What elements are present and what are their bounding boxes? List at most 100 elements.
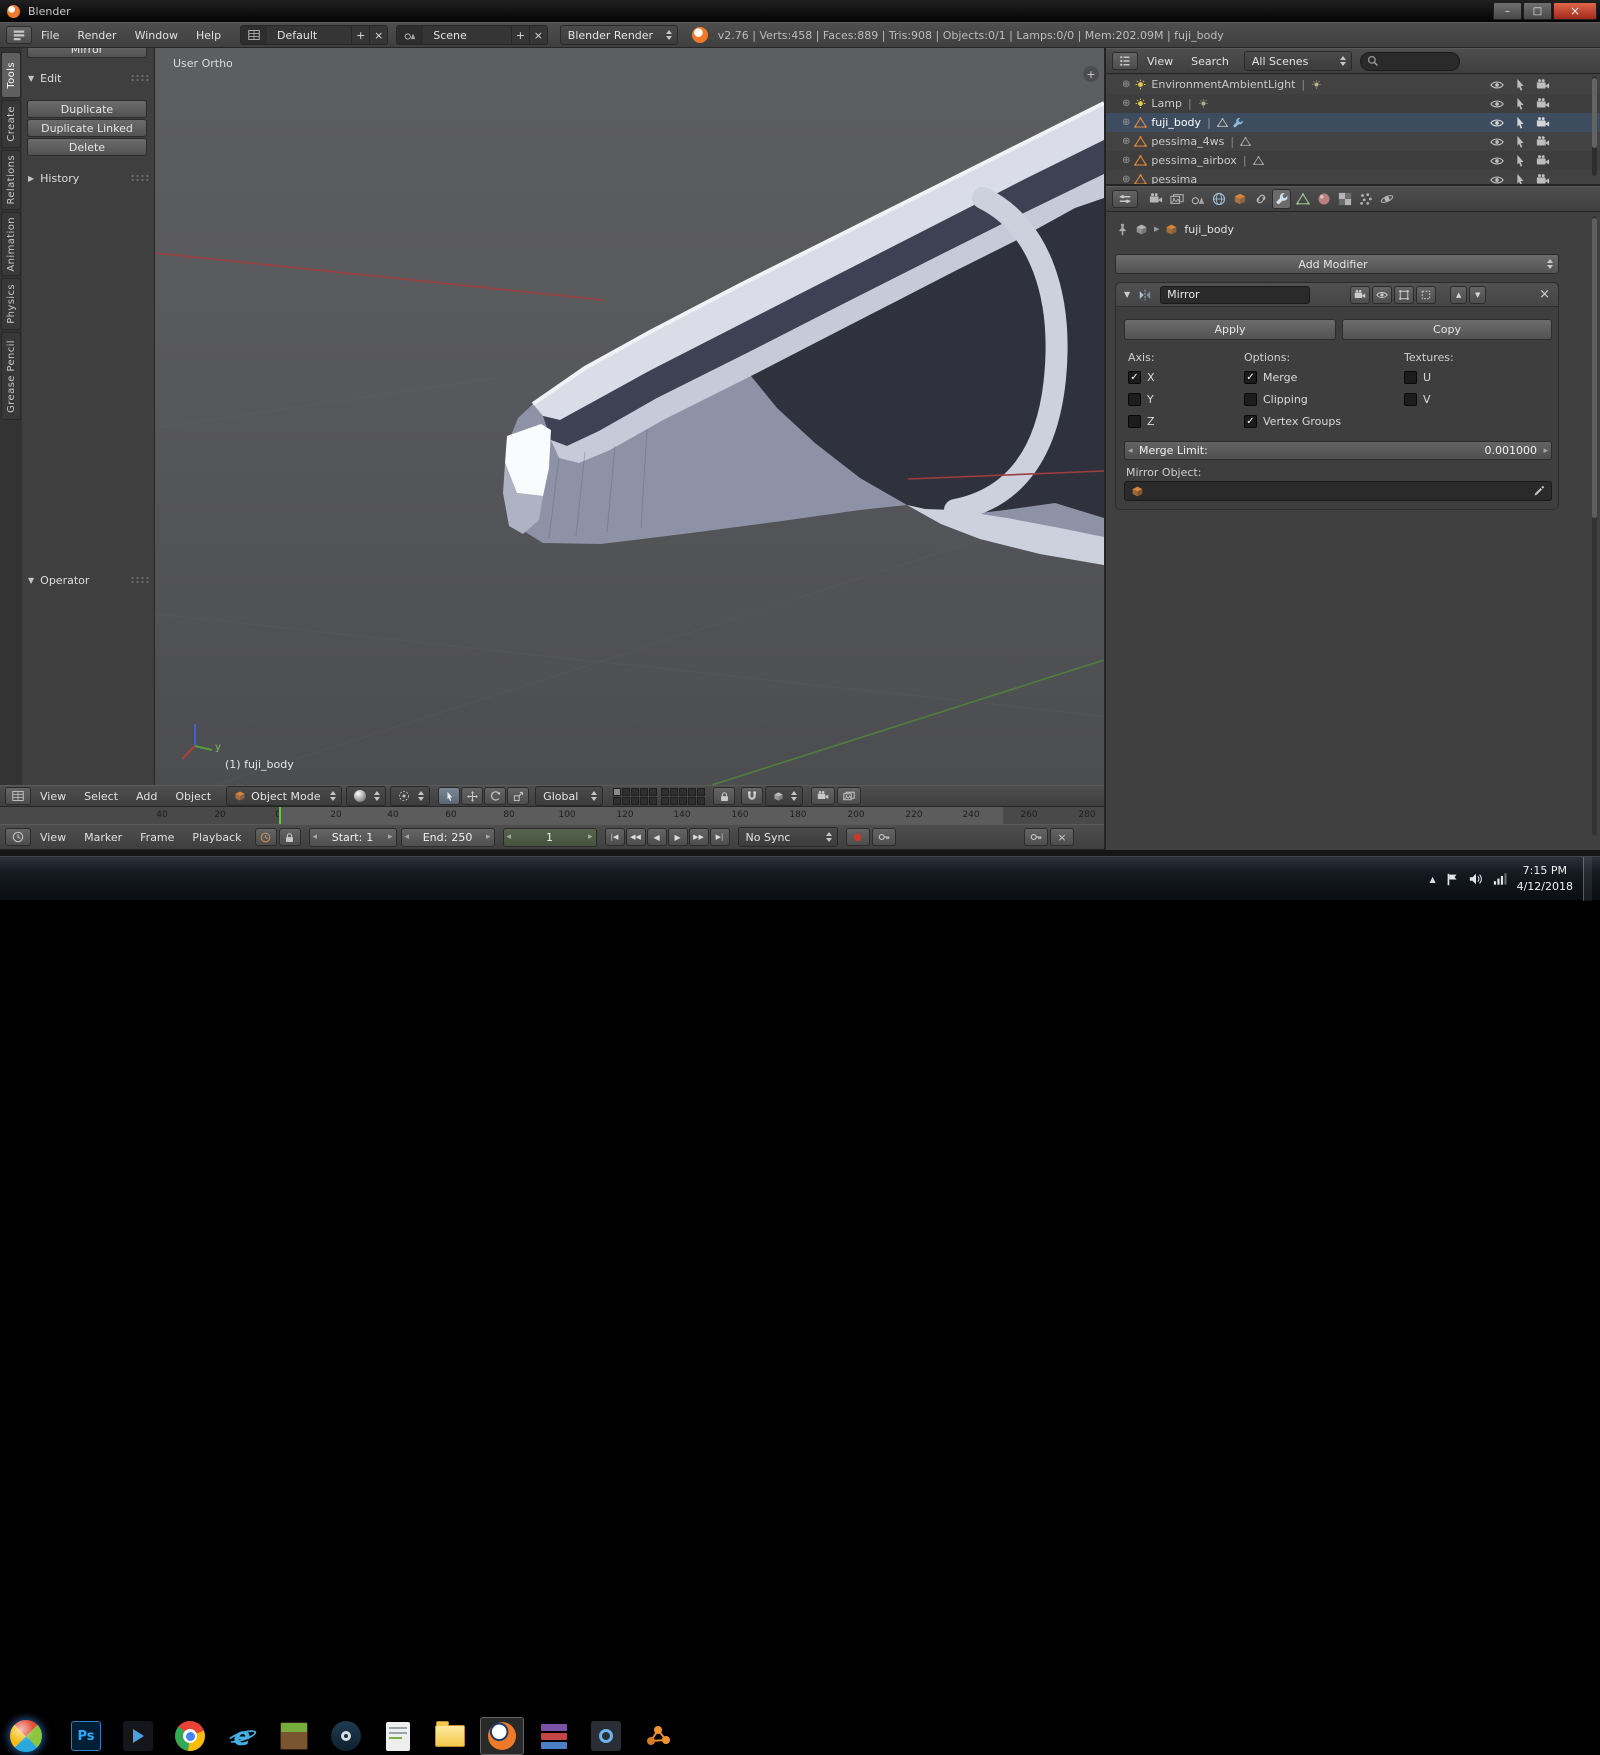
tab-grease-pencil[interactable]: Grease Pencil xyxy=(1,332,21,420)
layer-cell[interactable] xyxy=(622,797,630,805)
layer-cell[interactable] xyxy=(697,797,705,805)
outliner-row-environmentambientlight[interactable]: ⊕ EnvironmentAmbientLight | xyxy=(1106,75,1600,94)
decrement-arrow-icon[interactable]: ◂ xyxy=(507,832,512,842)
pivot-point-dropdown[interactable] xyxy=(390,786,430,806)
layer-cell[interactable] xyxy=(661,788,669,796)
outliner-row-pessima-airbox[interactable]: ⊕ pessima_airbox | xyxy=(1106,151,1600,170)
viewport-expand-button[interactable]: + xyxy=(1083,66,1099,82)
cage-toggle-button[interactable] xyxy=(1416,286,1436,304)
editor-type-button[interactable] xyxy=(5,787,31,805)
mesh-data-icon[interactable] xyxy=(1253,155,1264,166)
timeline-ruler[interactable]: 40 20 0 20 40 60 80 100 120 140 160 180 … xyxy=(0,807,1104,824)
tab-material-icon[interactable] xyxy=(1314,189,1333,209)
show-desktop-button[interactable] xyxy=(1583,857,1592,901)
outliner-menu-search[interactable]: Search xyxy=(1182,49,1238,73)
layer-cell[interactable] xyxy=(622,788,630,796)
modifier-name-input[interactable]: Mirror xyxy=(1160,286,1310,304)
layer-group-2[interactable] xyxy=(661,788,705,805)
layer-group-1[interactable] xyxy=(613,788,657,805)
network-icon[interactable] xyxy=(1493,872,1507,886)
lock-range-button[interactable] xyxy=(279,828,301,846)
volume-icon[interactable] xyxy=(1469,872,1483,886)
prev-keyframe-button[interactable]: ◀◀ xyxy=(626,828,646,846)
jump-to-end-button[interactable]: ▶| xyxy=(710,828,730,846)
breadcrumb-object-name[interactable]: fuji_body xyxy=(1184,223,1234,236)
auto-keyframe-button[interactable]: ● xyxy=(846,828,870,846)
object-name[interactable]: fuji_body xyxy=(1151,116,1201,129)
layer-cell[interactable] xyxy=(661,797,669,805)
close-button[interactable]: × xyxy=(1553,2,1597,20)
selectable-icon[interactable] xyxy=(1513,78,1527,92)
layer-cell[interactable] xyxy=(649,797,657,805)
menu-help[interactable]: Help xyxy=(187,23,230,47)
tab-scene-icon[interactable] xyxy=(1188,189,1207,209)
expand-icon[interactable]: ⊕ xyxy=(1122,79,1130,90)
menu-marker[interactable]: Marker xyxy=(75,825,131,849)
hide-icon[interactable] xyxy=(1490,173,1504,185)
viewport-3d[interactable]: User Ortho + y (1) fuji_body xyxy=(155,48,1104,785)
renderable-icon[interactable] xyxy=(1536,116,1550,130)
taskbar-winrar-button[interactable] xyxy=(532,1717,576,1755)
object-context-icon[interactable] xyxy=(1135,223,1148,236)
taskbar-ie-button[interactable]: e xyxy=(220,1717,264,1755)
duplicate-linked-button[interactable]: Duplicate Linked xyxy=(27,119,147,137)
layer-cell[interactable] xyxy=(688,788,696,796)
tab-physics[interactable]: Physics xyxy=(1,278,21,330)
menu-view[interactable]: View xyxy=(31,786,75,806)
layer-cell[interactable] xyxy=(631,797,639,805)
menu-window[interactable]: Window xyxy=(126,23,187,47)
lock-to-scene-button[interactable] xyxy=(713,787,735,805)
tab-constraints-icon[interactable] xyxy=(1251,189,1270,209)
collapse-triangle-icon[interactable]: ▼ xyxy=(1124,290,1130,299)
checkbox[interactable] xyxy=(1404,371,1417,384)
delete-scene-button[interactable]: × xyxy=(529,26,547,44)
keying-set-button[interactable] xyxy=(872,828,896,846)
start-frame-field[interactable]: ◂ Start: 1 ▸ xyxy=(309,828,397,847)
editor-type-button[interactable] xyxy=(6,26,32,44)
layer-cell[interactable] xyxy=(640,797,648,805)
renderable-icon[interactable] xyxy=(1536,97,1550,111)
menu-object[interactable]: Object xyxy=(166,786,220,806)
lamp-data-icon[interactable] xyxy=(1198,98,1209,109)
checkbox[interactable] xyxy=(1404,393,1417,406)
taskbar-molecule-button[interactable] xyxy=(636,1717,680,1755)
renderable-icon[interactable] xyxy=(1536,78,1550,92)
selectable-icon[interactable] xyxy=(1513,173,1527,185)
scale-manipulator-button[interactable] xyxy=(507,787,529,805)
taskbar-chrome-button[interactable] xyxy=(168,1717,212,1755)
eyedropper-icon[interactable] xyxy=(1533,485,1545,497)
selectable-icon[interactable] xyxy=(1513,116,1527,130)
increment-arrow-icon[interactable]: ▸ xyxy=(486,832,491,842)
layer-cell[interactable] xyxy=(688,797,696,805)
outliner-search-input[interactable] xyxy=(1360,52,1460,71)
texture-u-checkbox[interactable]: U xyxy=(1404,371,1431,384)
increment-arrow-icon[interactable]: ▸ xyxy=(388,832,393,842)
hide-icon[interactable] xyxy=(1490,135,1504,149)
add-layout-button[interactable]: + xyxy=(351,26,369,44)
menu-playback[interactable]: Playback xyxy=(183,825,250,849)
add-modifier-dropdown[interactable]: Add Modifier xyxy=(1115,254,1559,274)
current-frame-marker[interactable] xyxy=(279,807,281,824)
duplicate-button[interactable]: Duplicate xyxy=(27,100,147,118)
editmode-toggle-button[interactable] xyxy=(1394,286,1414,304)
expand-icon[interactable]: ⊕ xyxy=(1122,174,1130,184)
copy-button[interactable]: Copy xyxy=(1342,319,1552,340)
tab-object-icon[interactable] xyxy=(1230,189,1249,209)
increment-arrow-icon[interactable]: ▸ xyxy=(588,832,593,842)
renderable-icon[interactable] xyxy=(1536,135,1550,149)
checkbox[interactable] xyxy=(1128,393,1141,406)
outliner-row-pessima-4ws[interactable]: ⊕ pessima_4ws | xyxy=(1106,132,1600,151)
mode-dropdown[interactable]: Object Mode xyxy=(226,786,342,806)
object-name[interactable]: pessima_ xyxy=(1151,173,1202,184)
menu-view[interactable]: View xyxy=(31,825,75,849)
menu-frame[interactable]: Frame xyxy=(131,825,183,849)
layer-cell[interactable] xyxy=(631,788,639,796)
scrollbar-thumb[interactable] xyxy=(1592,78,1597,148)
snap-element-dropdown[interactable] xyxy=(765,786,803,806)
apply-button[interactable]: Apply xyxy=(1124,319,1336,340)
expand-icon[interactable]: ⊕ xyxy=(1122,98,1130,109)
outliner-scrollbar[interactable] xyxy=(1592,76,1597,176)
modifier-wrench-icon[interactable] xyxy=(1232,117,1244,129)
hide-icon[interactable] xyxy=(1490,154,1504,168)
taskbar-steam-button[interactable] xyxy=(324,1717,368,1755)
